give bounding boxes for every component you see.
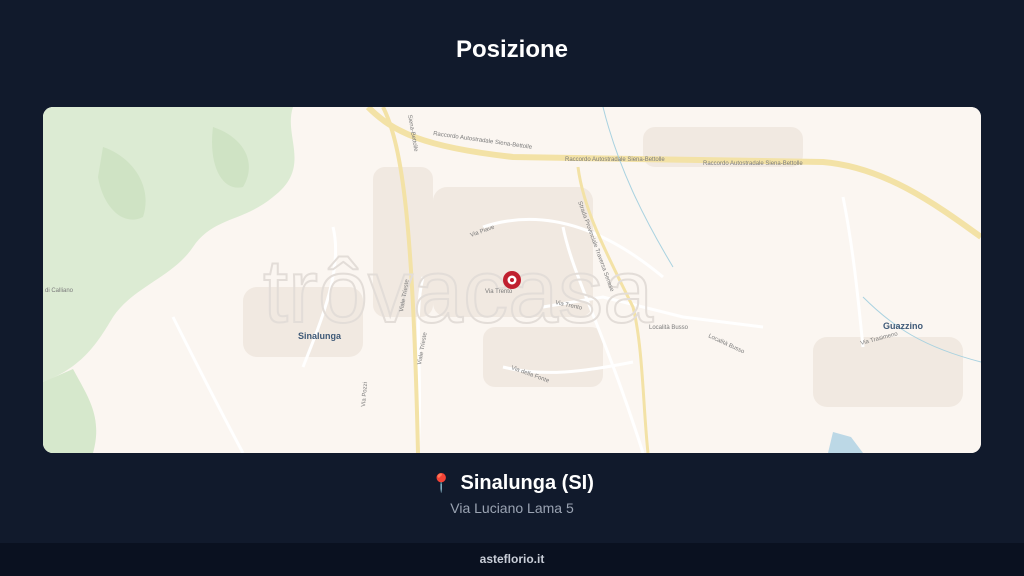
map-pin-icon[interactable] (503, 271, 521, 289)
place-label-guazzino: Guazzino (883, 321, 924, 331)
road-label: di Calliano (45, 288, 74, 294)
road-label: Raccordo Autostradale Siena-Bettolle (703, 161, 803, 167)
map[interactable]: trôvacasa Raccordo Autostradale Siena-Be… (43, 107, 981, 453)
footer: asteflorio.it (0, 543, 1024, 576)
road-label: Raccordo Autostradale Siena-Bettolle (565, 157, 665, 163)
road-label: Località Busso (649, 325, 689, 331)
site-link[interactable]: asteflorio.it (480, 552, 545, 566)
road-label: Via Trento (485, 289, 513, 295)
city-label: Sinalunga (SI) (460, 472, 594, 494)
address-label: Via Luciano Lama 5 (450, 500, 574, 516)
watermark: trôvacasa (263, 242, 654, 342)
page-title: Posizione (455, 36, 569, 63)
location-line: 📍 Sinalunga (SI) (0, 472, 1024, 495)
place-label-sinalunga: Sinalunga (298, 331, 342, 341)
pin-icon: 📍 (430, 473, 453, 493)
